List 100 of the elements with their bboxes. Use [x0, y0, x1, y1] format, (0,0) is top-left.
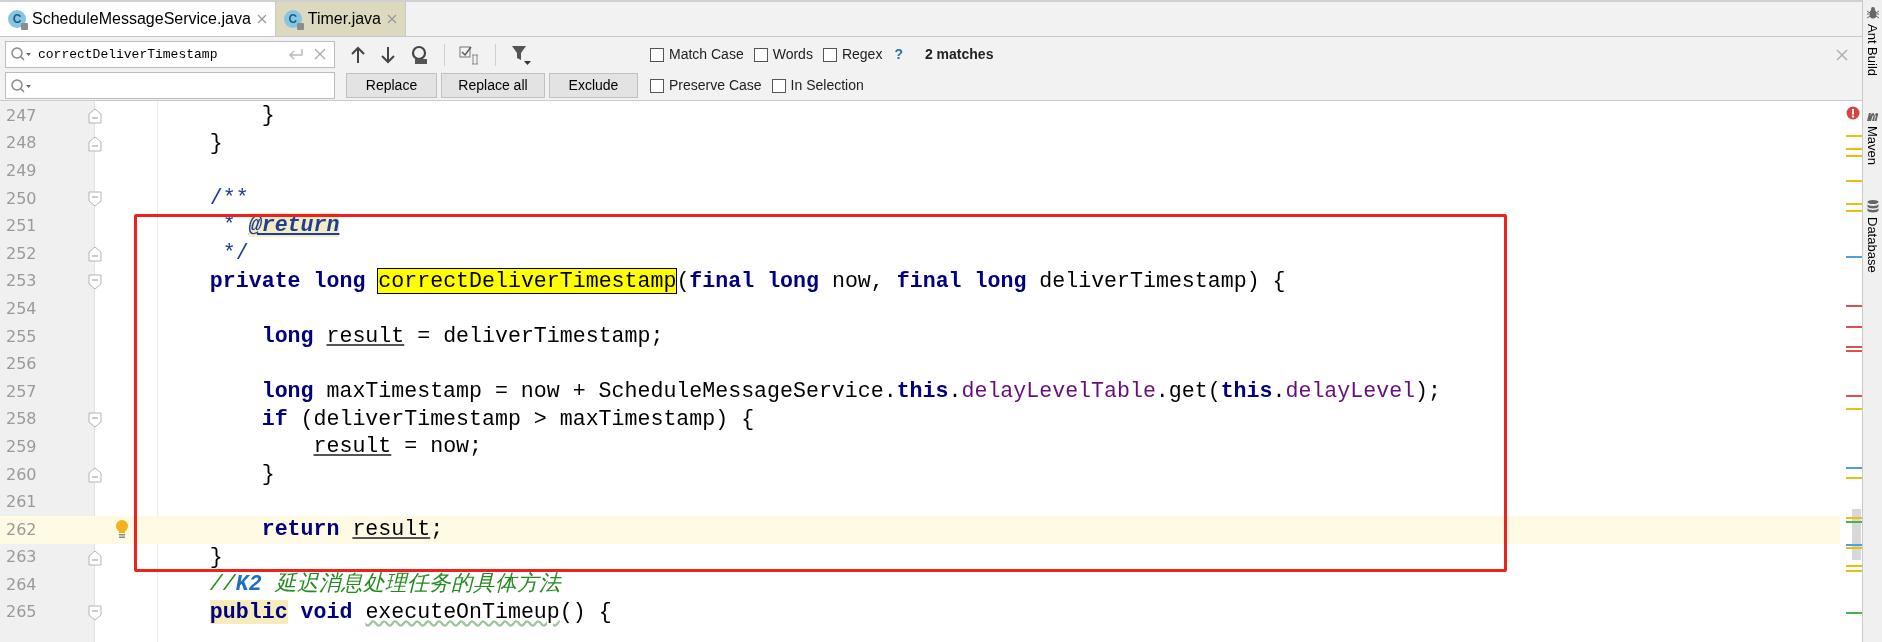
line-number: 249	[6, 160, 37, 182]
close-icon[interactable]	[256, 14, 267, 24]
line-number: 250	[6, 187, 37, 210]
search-icon	[10, 46, 32, 62]
stripe-mark[interactable]	[1846, 326, 1862, 328]
fold-marker-icon[interactable]	[88, 245, 102, 262]
line-number: 247	[6, 104, 37, 127]
stripe-mark[interactable]	[1846, 521, 1862, 523]
search-field[interactable]: correctDeliverTimestamp	[5, 41, 335, 68]
stripe-mark[interactable]	[1846, 408, 1862, 410]
stripe-mark[interactable]	[1846, 256, 1862, 258]
line-number: 252	[6, 242, 37, 265]
class-icon: C	[8, 10, 26, 28]
fold-marker-icon[interactable]	[88, 273, 102, 290]
stripe-mark[interactable]	[1846, 544, 1862, 546]
line-number: 263	[6, 546, 37, 569]
match-count: 2 matches	[924, 45, 994, 64]
file-tab[interactable]: C ScheduleMessageService.java	[0, 2, 276, 36]
line-number: 258	[6, 408, 37, 431]
stripe-mark[interactable]	[1846, 612, 1862, 614]
line-number: 262	[6, 518, 37, 541]
tool-window-tab[interactable]: Ant Build	[1862, 24, 1882, 77]
action-button[interactable]: Replace all	[441, 73, 545, 98]
stripe-mark[interactable]	[1846, 155, 1862, 157]
code-line: if (deliverTimestamp > maxTimestamp) {	[260, 405, 755, 433]
stripe-mark[interactable]	[1846, 477, 1862, 479]
line-number: 259	[6, 435, 37, 458]
code-line: result = now;	[312, 433, 482, 461]
stripe-mark[interactable]	[1846, 210, 1862, 212]
maven-icon	[1865, 110, 1880, 123]
fold-marker-icon[interactable]	[88, 108, 102, 124]
arrow-down-icon[interactable]	[380, 45, 396, 64]
code-line: return result;	[260, 515, 444, 543]
code-line: }	[208, 129, 223, 157]
close-icon[interactable]	[1836, 49, 1848, 61]
line-number: 255	[6, 325, 37, 348]
close-icon[interactable]	[387, 14, 397, 24]
code-line: private long correctDeliverTimestamp(final long now, final long deliverTimestamp) {	[208, 267, 1286, 295]
tool-window-tab[interactable]: Database	[1862, 217, 1882, 273]
line-number: 253	[6, 270, 37, 293]
fold-marker-icon[interactable]	[88, 135, 102, 152]
line-number: 256	[6, 353, 37, 376]
line-number: 264	[6, 573, 37, 596]
stripe-mark[interactable]	[1846, 570, 1862, 572]
stripe-mark[interactable]	[1846, 203, 1862, 205]
action-button[interactable]: Exclude	[549, 73, 638, 98]
stripe-mark[interactable]	[1846, 547, 1862, 549]
code-line: long result = deliverTimestamp;	[260, 322, 664, 350]
fold-marker-icon[interactable]	[88, 604, 102, 621]
code-line: /**	[208, 184, 249, 212]
bug-icon	[1865, 6, 1880, 20]
line-number: 257	[6, 380, 37, 403]
line-number: 265	[6, 601, 37, 624]
code-line: }	[260, 460, 275, 488]
find-all-icon[interactable]	[410, 44, 430, 65]
stripe-mark[interactable]	[1846, 565, 1862, 567]
class-icon: C	[283, 10, 302, 28]
tool-window-tab[interactable]: Maven	[1862, 126, 1882, 166]
stripe-mark[interactable]	[1846, 517, 1862, 519]
fold-marker-icon[interactable]	[88, 549, 102, 566]
code-line: long maxTimestamp = now + ScheduleMessageService.this.delayLevelTable.get(this.delayLevel);	[260, 377, 1441, 405]
code-line: */	[221, 239, 249, 267]
stripe-mark[interactable]	[1846, 180, 1862, 182]
arrow-up-icon[interactable]	[350, 45, 366, 64]
line-number: 251	[6, 215, 37, 238]
option-checkbox[interactable]: Match Case	[650, 44, 744, 65]
replace-field[interactable]	[5, 72, 335, 99]
file-tab[interactable]: C Timer.java	[275, 2, 406, 36]
error-icon[interactable]	[1846, 106, 1860, 120]
lightbulb-icon[interactable]	[115, 518, 129, 539]
fold-marker-icon[interactable]	[88, 466, 102, 483]
stripe-mark[interactable]	[1846, 148, 1862, 150]
stripe-mark[interactable]	[1846, 350, 1862, 352]
option-checkbox[interactable]: Preserve Case	[650, 75, 762, 96]
select-occurrences-icon[interactable]	[459, 44, 481, 65]
filter-icon[interactable]	[510, 43, 532, 66]
code-line: //K2 延迟消息处理任务的具体方法	[208, 571, 561, 599]
line-number: 261	[6, 491, 37, 514]
stripe-mark[interactable]	[1846, 467, 1862, 469]
database-icon	[1865, 199, 1880, 214]
tab-label: ScheduleMessageService.java	[32, 9, 251, 29]
option-checkbox[interactable]: In Selection	[771, 75, 864, 96]
enter-icon[interactable]	[287, 47, 305, 61]
line-number: 260	[6, 463, 37, 486]
option-checkbox[interactable]: Words	[753, 44, 813, 65]
stripe-mark[interactable]	[1846, 346, 1862, 348]
search-icon	[10, 77, 32, 94]
clear-icon[interactable]	[314, 48, 326, 60]
stripe-mark[interactable]	[1846, 395, 1862, 397]
option-checkbox[interactable]: Regex	[822, 44, 883, 65]
stripe-mark[interactable]	[1846, 305, 1862, 307]
stripe-mark[interactable]	[1846, 135, 1862, 137]
code-line: }	[260, 102, 275, 129]
fold-marker-icon[interactable]	[88, 190, 102, 207]
line-number: 248	[6, 132, 37, 155]
code-line: }	[208, 543, 223, 571]
help-link[interactable]: ?	[894, 44, 903, 65]
fold-marker-icon[interactable]	[88, 411, 102, 428]
code-line: public void executeOnTimeup() {	[208, 598, 612, 626]
action-button[interactable]: Replace	[346, 73, 437, 98]
